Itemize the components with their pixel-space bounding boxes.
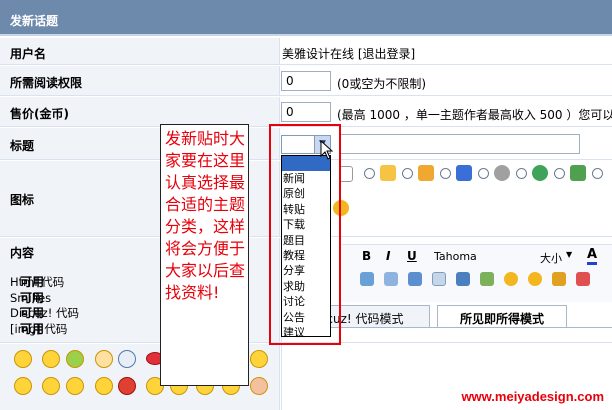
blank-icon [339,166,353,182]
cry-icon[interactable] [95,377,113,395]
code-permission-discuz: Discuz! 代码 可用 [10,306,79,320]
pointing-hand-icon [418,165,434,181]
annotation-line: 分类，这样 [165,217,246,236]
dropdown-option[interactable]: 转贴 [282,202,330,217]
annotation-line: 家要在这里 [165,151,246,170]
annotation-line: 认真选择最 [165,173,246,192]
shield-icon [456,165,472,181]
icon-radio-3[interactable] [440,168,451,179]
username-value[interactable]: 美雅设计在线 [退出登录] [282,45,415,62]
flash-icon[interactable] [576,272,590,286]
picture-icon [570,165,586,181]
chevron-down-icon[interactable]: ▼ [566,250,572,259]
sad-icon[interactable] [14,377,32,395]
dropdown-option[interactable]: 原创 [282,186,330,201]
italic-button[interactable]: I [386,249,390,263]
dropdown-option[interactable]: 求助 [282,279,330,294]
icon-radio-4[interactable] [478,168,489,179]
code-permission-html: Html 代码 可用 [10,275,65,289]
emoticon2-icon[interactable] [528,272,542,286]
annotation-line: 合适的主题 [165,195,246,214]
code-permissions: Html 代码 可用 Smilies 可用 Discuz! 代码 可用 [img… [10,275,79,337]
dropdown-option[interactable]: 教程 [282,248,330,263]
read-permission-row: 所需阅读权限 0 (0或空为不限制) [0,66,612,96]
globe-icon [532,165,548,181]
annotation-box: 发新贴时大 家要在这里 认真选择最 合适的主题 分类，这样 将会方便于 大家以后… [160,124,249,386]
grin-icon[interactable] [42,350,60,368]
code-icon[interactable] [408,272,422,286]
annotation-line: 发新贴时大 [165,129,246,148]
icon-radio-7[interactable] [592,168,603,179]
price-row: 售价(金币) 0 (最高 1000 ，单一主题作者最高收入 500 ）您可以使 [0,97,612,127]
annotation-line: 将会方便于 [165,239,246,258]
underline-button[interactable]: U [407,249,417,263]
bold-button[interactable]: B [362,249,371,263]
gear-icon [494,165,510,181]
font-name-select[interactable]: Tahoma [434,250,477,263]
content-label: 内容 [10,246,35,260]
font-size-select[interactable]: 大小 [540,250,562,266]
code-permission-img: [img] 代码 可用 [10,321,68,336]
image-icon[interactable] [456,272,470,286]
read-permission-note: (0或空为不限制) [337,77,426,91]
laugh-icon[interactable] [250,350,268,368]
clock-icon[interactable] [118,350,136,368]
price-label-cell: 售价(金币) [0,97,280,126]
table-icon[interactable] [360,272,374,286]
annotation-line: 大家以后查 [165,261,246,280]
subject-input[interactable] [340,134,580,154]
dropdown-option[interactable]: 题目 [282,233,330,248]
victory-icon[interactable] [95,350,113,368]
puppet-icon[interactable] [66,350,84,368]
mouse-cursor-icon [320,140,334,160]
icon-radio-5[interactable] [516,168,527,179]
dropdown-option[interactable]: 建议 [282,325,330,340]
attachment-icon[interactable] [552,272,566,286]
dropdown-option[interactable]: 讨论 [282,294,330,309]
icon-radio-1[interactable] [364,168,375,179]
font-color-icon[interactable]: A [587,247,598,265]
dropdown-option[interactable]: 公告 [282,310,330,325]
price-label: 售价(金币) [10,107,69,121]
shocked-icon[interactable] [66,377,84,395]
code-permission-smilies: Smilies 可用 [10,290,52,305]
pig-icon[interactable] [250,377,268,395]
dropdown-option[interactable]: 下载 [282,217,330,232]
media-icon[interactable] [480,272,494,286]
list-icon[interactable] [432,272,446,286]
price-input[interactable]: 0 [281,102,331,122]
speech-bubble-icon [380,165,396,181]
site-watermark: www.meiyadesign.com [461,389,604,404]
tab-wysiwyg-mode[interactable]: 所见即所得模式 [437,305,567,327]
emoticon-icon[interactable] [504,272,518,286]
icon-label: 图标 [10,193,35,207]
angry-icon[interactable] [42,377,60,395]
smile-icon[interactable] [14,350,32,368]
read-permission-label-cell: 所需阅读权限 [0,66,280,95]
subject-label: 标题 [10,139,35,153]
username-label: 用户名 [10,47,47,61]
mad-icon[interactable] [118,377,136,395]
read-permission-label: 所需阅读权限 [10,76,83,90]
price-note: (最高 1000 ，单一主题作者最高收入 500 ）您可以使 [337,108,612,122]
dropdown-option[interactable]: 新闻 [282,171,330,186]
form-header: 发新话题 [0,0,612,36]
quote-icon[interactable] [384,272,398,286]
icon-radio-6[interactable] [554,168,565,179]
username-label-cell: 用户名 [0,38,280,64]
read-permission-input[interactable]: 0 [281,71,331,91]
icon-radio-2[interactable] [402,168,413,179]
category-dropdown: 新闻 原创 转贴 下载 题目 教程 分享 求助 讨论 公告 建议 [281,155,331,340]
dropdown-option[interactable]: 分享 [282,263,330,278]
username-row: 用户名 美雅设计在线 [退出登录] [0,38,612,65]
annotation-line: 找资料! [165,283,220,302]
